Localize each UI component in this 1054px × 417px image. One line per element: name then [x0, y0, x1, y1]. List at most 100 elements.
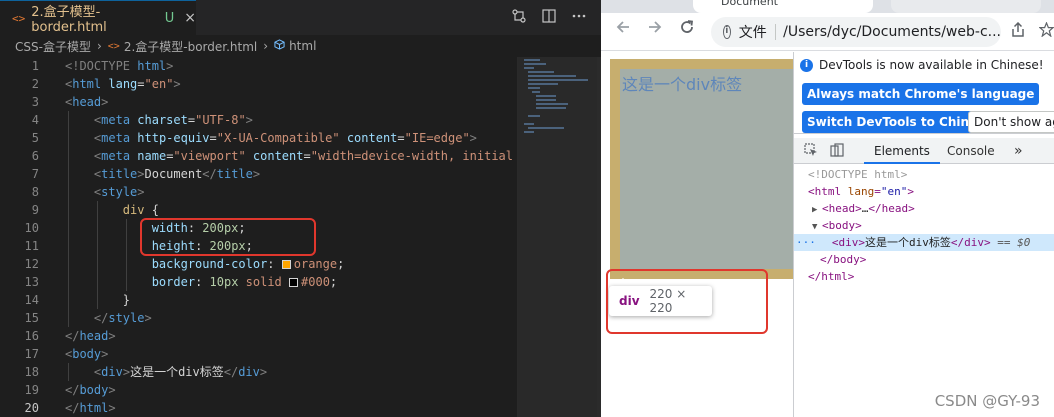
language-banner: i DevTools is now available in Chinese! … [794, 52, 1054, 134]
breadcrumb-folder[interactable]: CSS-盒子模型 [15, 38, 91, 55]
dom-node-body-close[interactable]: </body> [794, 251, 1054, 268]
line-number: 15 [24, 311, 39, 325]
line-number: 1 [31, 59, 39, 73]
dom-node-body[interactable]: ▼ <body> [794, 217, 1054, 234]
minimap-line [528, 71, 554, 73]
color-swatch-orange[interactable] [281, 260, 291, 269]
dom-node-html-close[interactable]: </html> [794, 268, 1054, 285]
code-line: <meta name="viewport" content="width=dev… [93, 149, 515, 163]
line-number: 5 [31, 131, 39, 145]
code-line: <meta http-equiv="X-UA-Compatible" conte… [93, 131, 477, 145]
line-number: 2 [31, 77, 39, 91]
tab-title: 2.盒子模型-border.html [31, 5, 107, 35]
code-line: } [122, 293, 131, 307]
banner-text: DevTools is now available in Chinese! [819, 58, 1044, 72]
more-actions-icon[interactable] [571, 9, 587, 27]
code-line: </head> [65, 329, 116, 343]
always-match-language-button[interactable]: Always match Chrome's language [802, 83, 1040, 105]
devtools-panel: i DevTools is now available in Chinese! … [794, 52, 1054, 417]
minimap-line [524, 67, 534, 69]
minimap-line [524, 123, 534, 125]
code-line: </body> [65, 383, 116, 397]
minimap-line [524, 63, 546, 65]
line-number: 19 [24, 383, 39, 397]
more-tabs-icon[interactable]: » [1008, 138, 1029, 164]
code-line: <div>这是一个div标签</div> [93, 365, 268, 379]
highlight-box-tooltip [606, 269, 768, 334]
line-number: 4 [31, 113, 39, 127]
chrome-tab-other[interactable] [891, 0, 1041, 13]
html-file-icon: <> [12, 11, 26, 25]
minimap[interactable] [517, 57, 602, 417]
info-icon[interactable]: i [723, 25, 731, 39]
code-line: div { [122, 203, 159, 217]
forward-arrow-icon[interactable] [647, 19, 663, 40]
devtools-tab-bar: Elements Console » [794, 138, 1054, 164]
reload-icon[interactable] [679, 19, 695, 40]
chrome-window: Document i 文件 /Users/dyc/Documents/web-c… [601, 0, 1054, 417]
line-number: 14 [24, 293, 39, 307]
back-arrow-icon[interactable] [615, 19, 631, 40]
watermark: CSDN @GY-93 [934, 392, 1040, 410]
minimap-line [528, 115, 540, 117]
code-line: <title>Document</title> [93, 167, 261, 181]
code-line: <head> [65, 95, 109, 109]
minimap-line [536, 107, 566, 109]
inspect-element-icon[interactable] [804, 143, 818, 161]
info-icon: i [800, 59, 813, 72]
dom-node-div-selected[interactable]: ··· <div>这是一个div标签</div> == $0 [794, 234, 1054, 251]
line-number: 9 [31, 203, 39, 217]
minimap-line [536, 103, 568, 105]
editor-tab-active[interactable]: <> 2.盒子模型-border.html U × [0, 0, 196, 35]
breadcrumb: CSS-盒子模型 › <> 2.盒子模型-border.html › html [0, 35, 601, 57]
line-number: 11 [24, 239, 39, 253]
chrome-tab-strip: Document [601, 0, 1054, 13]
minimap-line [528, 75, 576, 77]
line-number: 12 [24, 257, 39, 271]
tab-elements[interactable]: Elements [864, 138, 940, 164]
rendered-div-text: 这是一个div标签 [622, 75, 743, 94]
line-number: 3 [31, 95, 39, 109]
address-bar[interactable]: i 文件 /Users/dyc/Documents/web-c... [711, 17, 1001, 47]
minimap-slider[interactable] [518, 57, 602, 417]
line-number: 7 [31, 167, 39, 181]
close-tab-icon[interactable]: × [184, 10, 196, 26]
split-editor-icon[interactable] [541, 8, 557, 27]
code-line: background-color: orange; [151, 257, 345, 271]
code-line: <meta charset="UTF-8"> [93, 113, 253, 127]
html-file-icon: <> [107, 40, 120, 52]
chevron-right-icon: › [263, 39, 269, 53]
chevron-right-icon: › [96, 39, 102, 53]
dont-show-again-button[interactable]: Don't show ag [968, 111, 1054, 133]
code-line: border: 10px solid #000; [151, 275, 338, 289]
dom-node-html[interactable]: <html lang="en"> [794, 183, 1054, 200]
device-toolbar-icon[interactable] [830, 143, 844, 161]
color-swatch-black[interactable] [289, 278, 299, 287]
address-scheme-label: 文件 [738, 25, 767, 41]
code-line: <body> [65, 347, 109, 361]
line-number: 10 [24, 221, 39, 235]
minimap-line [528, 127, 564, 129]
chrome-tab-document[interactable]: Document [693, 0, 873, 13]
line-number: 13 [24, 275, 39, 289]
code-line: <!DOCTYPE html> [65, 59, 174, 73]
node-actions-icon[interactable]: ··· [796, 236, 816, 249]
open-changes-icon[interactable] [511, 8, 527, 27]
bookmark-star-icon[interactable] [1038, 21, 1054, 41]
minimap-line [536, 95, 556, 97]
code-line: </html> [65, 401, 116, 415]
line-number: 17 [24, 347, 39, 361]
line-number-gutter: 1 2 3 4 5 6 7 8 9 10 11 12 13 14 15 16 1… [0, 57, 46, 417]
page-viewport: 这是一个div标签 div 220 × 220 [601, 52, 830, 417]
code-line: <html lang="en"> [65, 77, 181, 91]
dom-node-doctype[interactable]: <!DOCTYPE html> [794, 166, 1054, 183]
address-url: /Users/dyc/Documents/web-c... [783, 24, 1001, 40]
dom-tree[interactable]: <!DOCTYPE html> <html lang="en"> ▶ <head>… [794, 166, 1054, 285]
share-icon[interactable] [1011, 21, 1025, 42]
editor-tab-bar: <> 2.盒子模型-border.html U × [0, 0, 601, 35]
breadcrumb-element[interactable]: html [289, 39, 316, 53]
breadcrumb-file[interactable]: 2.盒子模型-border.html [124, 38, 257, 55]
chrome-toolbar: i 文件 /Users/dyc/Documents/web-c... [601, 13, 1054, 51]
tab-console[interactable]: Console [937, 138, 1005, 164]
dom-node-head[interactable]: ▶ <head>…</head> [794, 200, 1054, 217]
